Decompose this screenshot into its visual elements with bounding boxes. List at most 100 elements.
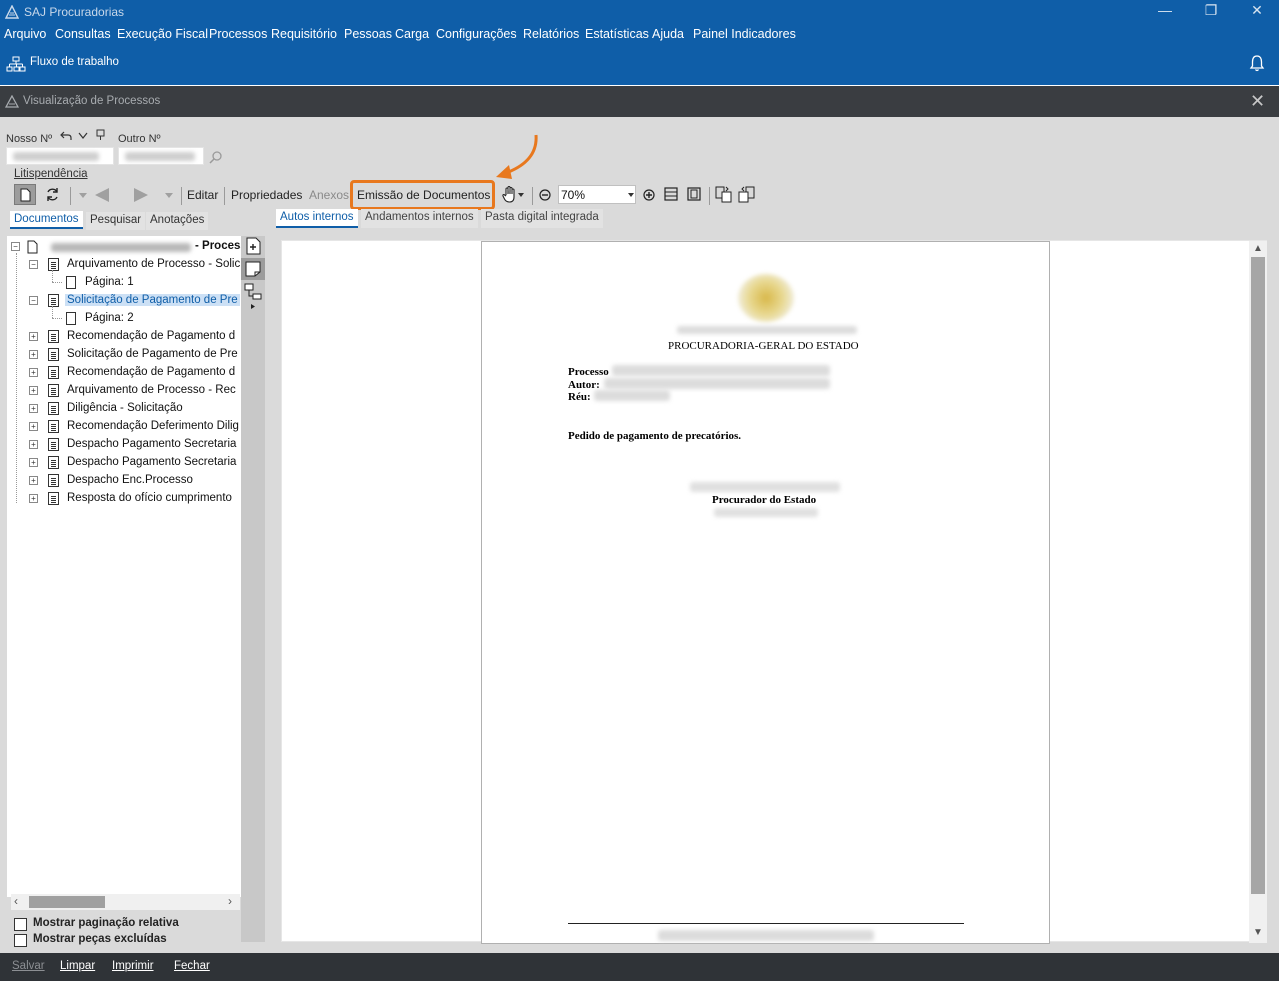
tab-pesquisar[interactable]: Pesquisar [86, 212, 146, 230]
fit-page-icon[interactable] [687, 187, 701, 201]
nosso-numero-input[interactable] [6, 147, 114, 165]
expand-toggle[interactable]: + [29, 350, 38, 359]
imprimir-button[interactable]: Imprimir [112, 960, 154, 972]
workflow-link[interactable]: Fluxo de trabalho [30, 56, 119, 68]
tree-item[interactable]: + Recomendação de Pagamento d [7, 364, 241, 382]
scroll-thumb[interactable] [29, 896, 105, 908]
rotate-left-icon[interactable] [715, 186, 732, 203]
hand-pan-icon[interactable] [502, 186, 517, 203]
menu-pessoas[interactable]: Pessoas [344, 27, 392, 41]
pin-icon[interactable] [95, 129, 106, 141]
tree-horizontal-scrollbar[interactable]: ‹ › [11, 894, 240, 910]
dropdown-arrow-icon[interactable] [79, 193, 87, 198]
tree-root-row[interactable]: − - Process [7, 238, 241, 256]
menu-relatorios[interactable]: Relatórios [523, 27, 579, 41]
tree-structure-icon[interactable] [243, 282, 263, 302]
collapse-toggle[interactable]: − [11, 242, 20, 251]
menu-execucao-fiscal[interactable]: Execução Fiscal [117, 27, 208, 41]
tab-anotacoes[interactable]: Anotações [146, 212, 209, 230]
dropdown-arrow-icon[interactable] [165, 193, 173, 198]
expand-toggle[interactable]: + [29, 422, 38, 431]
tab-andamentos-internos[interactable]: Andamentos internos [361, 209, 478, 228]
menu-consultas[interactable]: Consultas [55, 27, 111, 41]
tree-page-item[interactable]: Página: 1 [7, 270, 241, 292]
undo-icon[interactable] [60, 130, 72, 142]
viewer-vertical-scrollbar[interactable]: ▲ ▼ [1249, 241, 1267, 943]
next-icon[interactable] [133, 188, 148, 202]
scroll-thumb[interactable] [1251, 257, 1265, 894]
expand-toggle[interactable]: + [29, 494, 38, 503]
outro-numero-input[interactable] [118, 147, 204, 165]
bell-icon[interactable] [1249, 54, 1265, 72]
expand-toggle[interactable]: + [29, 386, 38, 395]
expand-toggle[interactable]: + [29, 440, 38, 449]
anexos-button[interactable]: Anexos [309, 188, 349, 202]
refresh-icon[interactable] [45, 187, 60, 202]
limpar-button[interactable]: Limpar [60, 960, 95, 972]
collapse-toggle[interactable]: − [29, 296, 38, 305]
tree-item[interactable]: + Solicitação de Pagamento de Pre [7, 346, 241, 364]
menu-ajuda[interactable]: Ajuda [652, 27, 684, 41]
tree-item[interactable]: + Despacho Enc.Processo [7, 472, 241, 490]
document-view-toggle[interactable] [14, 184, 36, 205]
tree-item[interactable]: + Arquivamento de Processo - Rec [7, 382, 241, 400]
fechar-button[interactable]: Fechar [174, 960, 210, 972]
minimize-button[interactable]: — [1142, 0, 1188, 22]
tree-item-label: Solicitação de Pagamento de Pre [67, 348, 238, 360]
menu-configuracoes[interactable]: Configurações [436, 27, 517, 41]
tree-item[interactable]: + Despacho Pagamento Secretaria [7, 436, 241, 454]
menu-carga[interactable]: Carga [395, 27, 429, 41]
expand-toggle[interactable]: + [29, 476, 38, 485]
chevron-down-icon[interactable] [78, 132, 88, 140]
collapse-toggle[interactable]: − [29, 260, 38, 269]
scroll-down-icon[interactable]: ▼ [1253, 927, 1263, 938]
menu-processos[interactable]: Processos [209, 27, 267, 41]
window-close-button[interactable]: ✕ [1234, 0, 1279, 22]
zoom-out-icon[interactable] [539, 189, 551, 201]
tab-pasta-digital[interactable]: Pasta digital integrada [481, 209, 603, 228]
scroll-right-icon[interactable]: › [228, 894, 232, 908]
add-document-icon[interactable] [243, 236, 263, 256]
expand-arrow-icon[interactable] [251, 304, 255, 309]
zoom-in-icon[interactable] [643, 189, 655, 201]
page-icon [66, 276, 76, 289]
tree-item[interactable]: + Diligência - Solicitação [7, 400, 241, 418]
menu-arquivo[interactable]: Arquivo [4, 27, 46, 41]
propriedades-button[interactable]: Propriedades [231, 188, 302, 202]
salvar-button[interactable]: Salvar [12, 960, 45, 972]
expand-toggle[interactable]: + [29, 458, 38, 467]
fit-width-icon[interactable] [664, 187, 678, 201]
menu-requisitorio[interactable]: Requisitório [271, 27, 337, 41]
tree-item[interactable]: + Recomendação Deferimento Dilig [7, 418, 241, 436]
tab-autos-internos[interactable]: Autos internos [276, 209, 358, 228]
tree-page-item[interactable]: Página: 2 [7, 306, 241, 328]
tree-item[interactable]: + Despacho Pagamento Secretaria [7, 454, 241, 472]
tab-documentos[interactable]: Documentos [10, 211, 83, 229]
maximize-button[interactable]: ❐ [1188, 0, 1234, 22]
scroll-left-icon[interactable]: ‹ [14, 894, 18, 908]
inner-close-button[interactable]: ✕ [1250, 91, 1265, 112]
editar-button[interactable]: Editar [187, 188, 218, 202]
tree-item-selected[interactable]: − Solicitação de Pagamento de Pre [7, 292, 241, 310]
tree-item-label: Página: 2 [85, 312, 134, 324]
rotate-right-icon[interactable] [738, 186, 755, 203]
litispendencia-link[interactable]: Litispendência [14, 168, 88, 180]
expand-toggle[interactable]: + [29, 404, 38, 413]
note-icon[interactable] [243, 259, 263, 279]
checkbox-box[interactable] [14, 934, 27, 947]
dropdown-arrow-icon[interactable] [518, 193, 524, 197]
checkbox-box[interactable] [14, 918, 27, 931]
previous-icon[interactable] [95, 188, 110, 202]
tree-item-label: Arquivamento de Processo - Solic [67, 258, 241, 270]
scroll-up-icon[interactable]: ▲ [1253, 243, 1263, 254]
zoom-select[interactable]: 70% [558, 185, 636, 204]
tree-item[interactable]: + Recomendação de Pagamento d [7, 328, 241, 346]
document-viewer[interactable]: PROCURADORIA-GERAL DO ESTADO Processo Au… [281, 240, 1267, 944]
search-icon[interactable] [209, 150, 223, 164]
menu-painel-indicadores[interactable]: Painel Indicadores [693, 27, 796, 41]
tree-item[interactable]: − Arquivamento de Processo - Solic [7, 256, 241, 274]
menu-estatisticas[interactable]: Estatísticas [585, 27, 649, 41]
tree-item[interactable]: + Resposta do ofício cumprimento [7, 490, 241, 508]
expand-toggle[interactable]: + [29, 332, 38, 341]
expand-toggle[interactable]: + [29, 368, 38, 377]
